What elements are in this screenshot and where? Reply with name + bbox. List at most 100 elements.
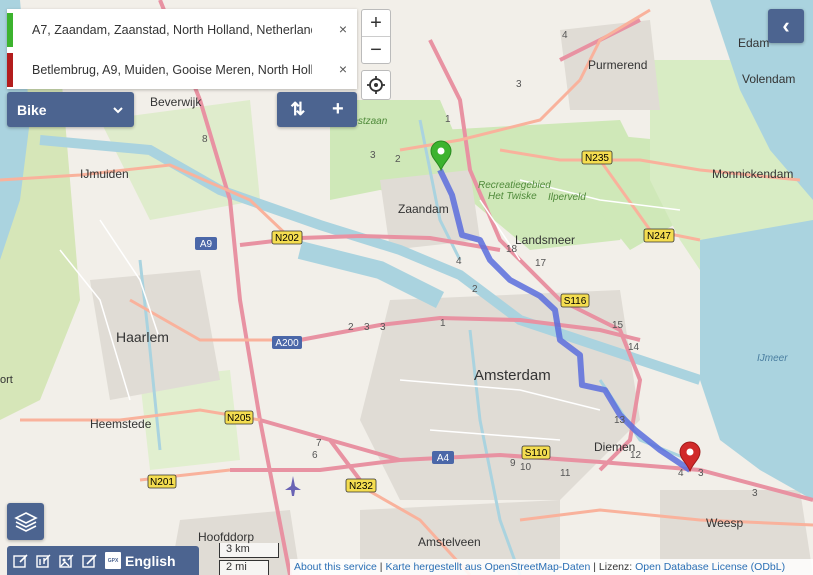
svg-text:7: 7 <box>316 438 322 449</box>
gpx-export-button[interactable]: GPX <box>105 552 121 569</box>
svg-text:3: 3 <box>380 322 386 333</box>
svg-text:15: 15 <box>612 320 624 331</box>
vehicle-select-value: Bike <box>17 101 47 118</box>
svg-text:2: 2 <box>348 322 354 333</box>
svg-text:A9: A9 <box>200 239 213 250</box>
attribution-bar: About this service | Karte hergestellt a… <box>290 559 813 575</box>
swap-button[interactable]: ⇅ <box>290 99 305 120</box>
svg-text:4: 4 <box>456 256 462 267</box>
svg-text:11: 11 <box>560 468 571 479</box>
place-label: Purmerend <box>588 58 647 72</box>
place-label: Hoofddorp <box>198 530 254 544</box>
place-label: Edam <box>738 36 769 50</box>
svg-text:18: 18 <box>506 244 518 255</box>
place-label: Monnickendam <box>712 167 793 181</box>
svg-text:2: 2 <box>472 284 478 295</box>
road-shield: N201 <box>147 474 177 489</box>
place-label: Volendam <box>742 72 795 86</box>
place-label: IJmuiden <box>80 167 129 181</box>
route-input-panel: A7, Zaandam, Zaanstad, North Holland, Ne… <box>7 9 357 89</box>
license-prefix: Lizenz: <box>598 561 633 573</box>
about-link[interactable]: About this service <box>294 561 377 573</box>
svg-text:3: 3 <box>370 150 376 161</box>
svg-text:S116: S116 <box>564 296 587 307</box>
place-label: IJmeer <box>757 353 788 364</box>
end-indicator <box>7 53 13 87</box>
collapse-panel-button[interactable]: ‹ <box>768 9 804 43</box>
svg-text:3: 3 <box>364 322 370 333</box>
svg-text:N205: N205 <box>227 413 251 424</box>
svg-text:N202: N202 <box>275 233 299 244</box>
road-shield: A4 <box>432 451 454 464</box>
remove-end-button[interactable]: × <box>339 61 347 77</box>
svg-text:1: 1 <box>440 318 446 329</box>
road-shield: A9 <box>195 237 217 250</box>
svg-text:13: 13 <box>614 415 626 426</box>
place-label: Zaandam <box>398 202 449 216</box>
svg-text:10: 10 <box>520 462 532 473</box>
route-end-input[interactable]: Betlembrug, A9, Muiden, Gooise Meren, No… <box>32 63 312 77</box>
svg-text:N232: N232 <box>349 481 373 492</box>
svg-text:2: 2 <box>395 154 401 165</box>
add-waypoint-button[interactable]: + <box>332 98 344 121</box>
note-edit-icon[interactable] <box>82 553 98 569</box>
place-label: Weesp <box>706 516 743 530</box>
bottom-toolbar: GPX English <box>7 546 199 575</box>
language-selector[interactable]: English <box>125 553 176 569</box>
svg-text:3: 3 <box>698 468 704 479</box>
svg-text:1: 1 <box>445 114 451 125</box>
map-edit-icon[interactable] <box>36 553 52 569</box>
svg-text:4: 4 <box>678 468 684 479</box>
road-shield: N232 <box>345 478 377 493</box>
svg-text:4: 4 <box>562 30 568 41</box>
gpx-label: GPX <box>107 557 119 564</box>
svg-text:S110: S110 <box>525 448 548 459</box>
zoom-control: + − <box>361 9 391 64</box>
zoom-out-button[interactable]: − <box>362 37 390 63</box>
svg-text:A4: A4 <box>437 453 450 464</box>
svg-text:N235: N235 <box>585 153 609 164</box>
chevron-left-icon: ‹ <box>782 13 790 38</box>
remove-start-button[interactable]: × <box>339 21 347 37</box>
edit-icon[interactable] <box>13 553 29 569</box>
svg-text:N247: N247 <box>647 231 671 242</box>
vehicle-select[interactable]: Bike <box>7 92 134 127</box>
place-label: Haarlem <box>116 329 169 345</box>
svg-text:3: 3 <box>752 488 758 499</box>
svg-text:17: 17 <box>535 258 547 269</box>
locate-button[interactable] <box>361 70 391 100</box>
place-label: Amstelveen <box>418 535 481 549</box>
place-label: Amsterdam <box>474 367 551 384</box>
chevron-down-icon <box>113 106 123 113</box>
road-shield: S110 <box>521 445 551 460</box>
route-start-row[interactable]: A7, Zaandam, Zaanstad, North Holland, Ne… <box>7 11 357 49</box>
route-start-input[interactable]: A7, Zaandam, Zaanstad, North Holland, Ne… <box>32 23 312 37</box>
layers-button[interactable] <box>7 503 44 540</box>
svg-text:8: 8 <box>202 134 208 145</box>
route-end-row[interactable]: Betlembrug, A9, Muiden, Gooise Meren, No… <box>7 51 357 89</box>
place-label: ort <box>0 374 13 386</box>
place-label: Recreatiegebied <box>478 180 551 191</box>
svg-text:3: 3 <box>516 79 522 90</box>
crosshair-icon <box>367 76 385 94</box>
place-label: Het Twiske <box>488 191 537 202</box>
zoom-in-button[interactable]: + <box>362 10 390 37</box>
osm-data-link[interactable]: Karte hergestellt aus OpenStreetMap-Date… <box>385 561 590 573</box>
license-link[interactable]: Open Database License (ODbL) <box>635 561 785 573</box>
scale-metric: 3 km <box>219 543 279 558</box>
svg-text:9: 9 <box>510 458 516 469</box>
image-edit-icon[interactable] <box>59 553 75 569</box>
road-shield: S116 <box>560 293 590 308</box>
road-shield: N205 <box>224 410 254 425</box>
road-shield: N202 <box>271 230 303 245</box>
place-label: Heemstede <box>90 417 152 431</box>
svg-text:A200: A200 <box>275 338 299 349</box>
scale-imperial: 2 mi <box>219 560 269 575</box>
svg-text:14: 14 <box>628 342 640 353</box>
road-shield: A200 <box>272 336 302 349</box>
start-indicator <box>7 13 13 47</box>
layers-icon <box>13 511 38 532</box>
place-label: Ilperveld <box>548 192 586 203</box>
place-label: Landsmeer <box>515 233 575 247</box>
route-actions: ⇅ + <box>277 92 357 127</box>
